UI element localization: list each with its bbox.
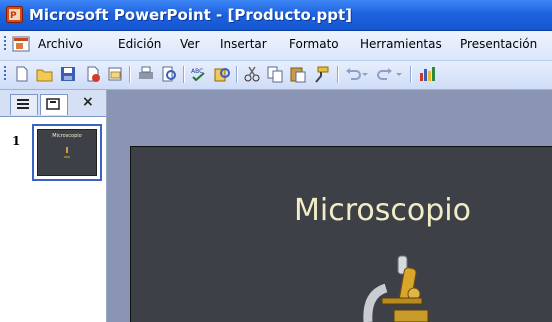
thumbnail-slide: Microscopio — [37, 129, 97, 176]
menu-presentacion[interactable]: Presentación — [460, 37, 537, 51]
open-icon[interactable] — [36, 65, 54, 83]
research-icon[interactable] — [213, 65, 231, 83]
thumbnail-microscope-icon — [64, 147, 70, 158]
copy-icon[interactable] — [266, 65, 284, 83]
toolbar-separator — [410, 66, 412, 83]
window-title: Microsoft PowerPoint - [Producto.ppt] — [29, 6, 353, 24]
undo-dropdown-icon[interactable] — [360, 65, 370, 83]
print-icon[interactable] — [137, 65, 155, 83]
menu-archivo[interactable]: Archivo — [38, 37, 83, 51]
redo-dropdown-icon[interactable] — [394, 65, 404, 83]
save-icon[interactable] — [59, 65, 77, 83]
thumbnail-title: Microscopio — [52, 133, 82, 139]
redo-icon[interactable] — [376, 65, 394, 83]
print-preview-icon[interactable] — [160, 65, 178, 83]
powerpoint-app-icon[interactable]: P — [6, 6, 23, 23]
powerpoint-window: P Microsoft PowerPoint - [Producto.ppt] … — [0, 0, 552, 322]
slides-tab[interactable] — [40, 94, 68, 115]
slide-number: 1 — [12, 134, 21, 148]
menu-grip[interactable] — [4, 36, 7, 52]
outline-tab[interactable] — [10, 94, 38, 115]
svg-text:P: P — [10, 11, 17, 21]
slides-icon — [46, 98, 60, 110]
chart-icon[interactable] — [418, 65, 436, 83]
outline-icon — [17, 99, 29, 109]
menu-edicion[interactable]: Edición — [118, 37, 161, 51]
toolbar-grip[interactable] — [4, 66, 7, 82]
microscope-icon[interactable] — [358, 254, 438, 322]
toolbar-separator — [337, 66, 339, 83]
toolbar-separator — [183, 66, 185, 83]
cut-icon[interactable] — [243, 65, 261, 83]
spelling-icon[interactable]: ABC — [190, 65, 208, 83]
menu-insertar[interactable]: Insertar — [220, 37, 267, 51]
new-icon[interactable] — [13, 65, 31, 83]
paste-icon[interactable] — [289, 65, 307, 83]
menu-herramientas[interactable]: Herramientas — [360, 37, 442, 51]
toolbar-separator — [129, 66, 131, 83]
menu-ver[interactable]: Ver — [180, 37, 200, 51]
permission-icon[interactable] — [84, 65, 102, 83]
slide-title[interactable]: Microscopio — [294, 193, 471, 228]
format-painter-icon[interactable] — [312, 65, 330, 83]
slide-thumbnail[interactable]: Microscopio — [32, 124, 102, 181]
current-slide[interactable] — [130, 146, 552, 322]
email-icon[interactable] — [106, 65, 124, 83]
document-icon[interactable] — [12, 36, 30, 53]
menu-formato[interactable]: Formato — [289, 37, 339, 51]
close-pane-icon[interactable]: × — [82, 94, 94, 110]
toolbar-separator — [236, 66, 238, 83]
